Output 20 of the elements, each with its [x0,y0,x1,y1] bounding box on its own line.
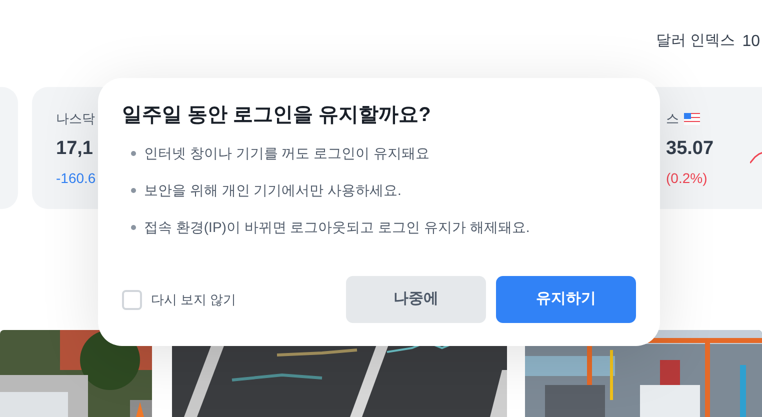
later-button[interactable]: 나중에 [346,276,486,323]
note-text: 보안을 위해 개인 기기에서만 사용하세요. [144,182,402,198]
keep-button[interactable]: 유지하기 [496,276,636,323]
index-value: 35.07 [666,136,714,160]
checkbox[interactable] [122,290,142,310]
index-change: -160.6 [56,169,96,188]
sparkline [750,151,762,165]
index-label: 달러 인덱스 [656,31,736,51]
bullet-icon [131,151,136,156]
index-name: 나스닥 [56,110,95,128]
bullet-icon [131,225,136,230]
index-name: 스 [666,110,679,128]
index-change: (0.2%) [666,169,708,188]
index-value: 17,1 [56,136,93,160]
note-text: 인터넷 창이나 기기를 꺼도 로그인이 유지돼요 [144,145,430,161]
note-text: 접속 환경(IP)이 바뀌면 로그아웃되고 로그인 유지가 해제돼요. [144,219,530,235]
dialog-title: 일주일 동안 로그인을 유지할까요? [122,103,432,127]
checkbox-label[interactable]: 다시 보지 않기 [151,290,236,310]
index-value: 10 [742,32,760,52]
bullet-icon [131,188,136,193]
